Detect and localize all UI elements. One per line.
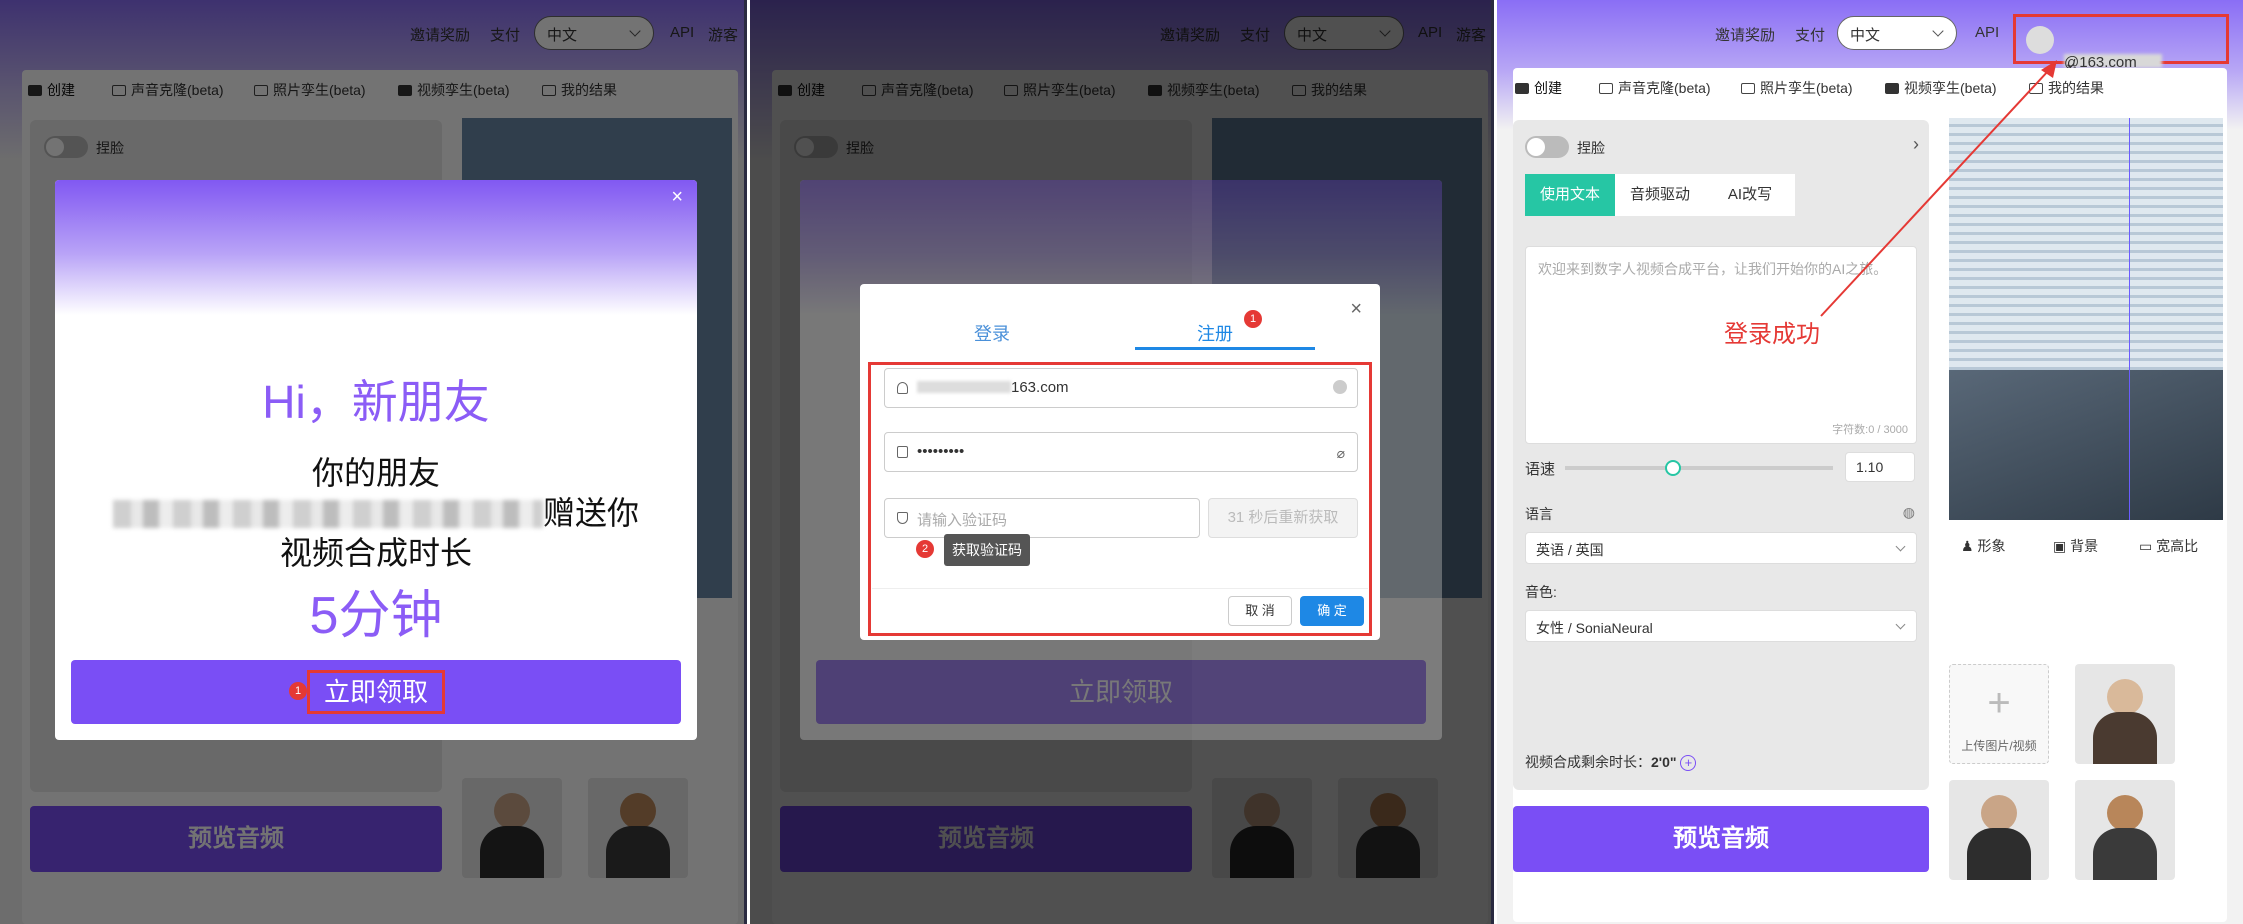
step-badge: 2 [916,540,934,558]
tab-login[interactable]: 登录 [974,320,1010,346]
promo-greeting: Hi，新朋友 [262,376,490,428]
annotation-arrow [1820,60,2057,317]
clear-icon[interactable] [1333,380,1347,394]
blurred-email [917,381,1011,393]
promo-minutes: 5分钟 [309,587,443,645]
step-badge: 1 [289,682,307,700]
screen-promo: 邀请奖励 支付 中文 API 游客 创建 声音克隆(beta) 照片孪生(bet… [0,0,747,924]
close-icon[interactable]: × [1350,298,1362,321]
get-code-tooltip: 获取验证码 [944,534,1030,566]
blurred-friend-name [112,500,543,528]
divider [872,588,1368,589]
tab-register[interactable]: 注册 [1197,320,1233,346]
lock-icon [897,446,908,458]
eye-off-icon[interactable]: ⌀ [1337,445,1345,462]
shield-icon [897,512,908,524]
cancel-button[interactable]: 取 消 [1228,596,1292,626]
confirm-button[interactable]: 确 定 [1300,596,1364,626]
promo-line3: 视频合成时长 [279,535,472,571]
active-tab-underline [1135,347,1315,350]
promo-modal: × Hi，新朋友 你的朋友 赠送你 视频合成时长 5分钟 1 立即领取 [55,180,697,740]
login-modal: 登录 注册 1 × 163.com ••••••••• ⌀ 请输入验证码 31 … [860,284,1380,640]
login-success-annotation: 登录成功 [1724,321,1820,348]
screen-logged-in: 邀请奖励 支付 中文 API @163.com ⌄ 创建 声音克隆(beta) … [1497,0,2243,924]
screen-register: 邀请奖励 支付 中文 API 游客 创建 声音克隆(beta) 照片孪生(bet… [750,0,1494,924]
verification-code-input[interactable]: 请输入验证码 [884,498,1200,538]
claim-label: 立即领取 [306,670,445,714]
email-field[interactable]: 163.com [884,368,1358,408]
claim-button[interactable]: 1 立即领取 [71,660,681,724]
close-icon[interactable]: × [671,186,683,209]
resend-code-button[interactable]: 31 秒后重新获取 [1208,498,1358,538]
register-badge: 1 [1244,310,1262,328]
user-icon [897,382,908,394]
password-field[interactable]: ••••••••• ⌀ [884,432,1358,472]
